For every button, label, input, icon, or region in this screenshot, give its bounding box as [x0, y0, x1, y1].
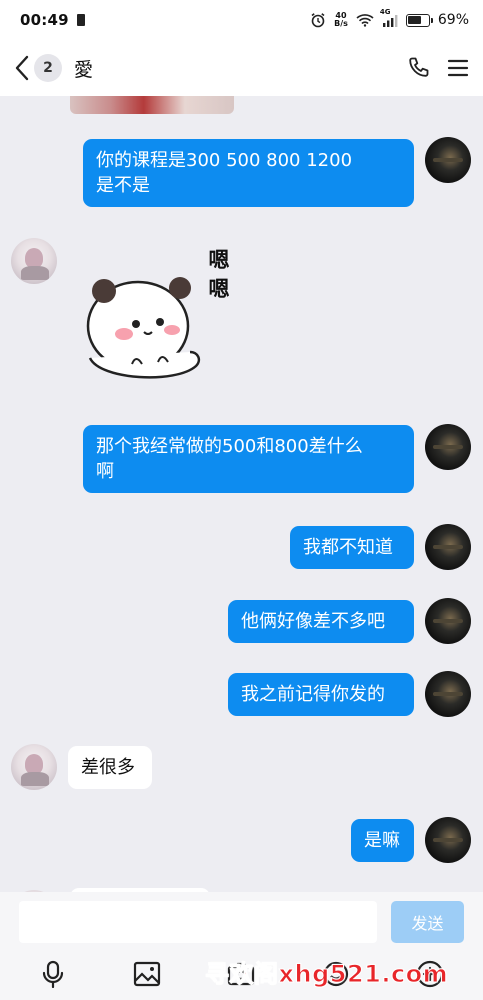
sim-icon: [76, 14, 85, 26]
message-bubble-sent[interactable]: 是嘛: [351, 819, 414, 862]
message-bubble-received[interactable]: 差很多: [68, 746, 152, 789]
header-actions: [407, 56, 469, 80]
signal-icon: 4G: [380, 8, 398, 27]
message-bubble-sent[interactable]: 你的课程是300 500 800 1200 是不是: [83, 139, 414, 207]
back-button[interactable]: 2: [14, 54, 62, 82]
my-avatar[interactable]: [425, 598, 471, 644]
my-avatar[interactable]: [425, 137, 471, 183]
watermark-text: 寻欢阁xhg521.com: [204, 960, 449, 989]
microphone-icon: [42, 960, 64, 988]
message-bubble-sent[interactable]: 那个我经常做的500和800差什么 啊: [83, 425, 414, 493]
my-avatar[interactable]: [425, 817, 471, 863]
back-chevron-icon: [15, 55, 29, 81]
network-type: 4G: [379, 7, 391, 16]
message-bubble-sent[interactable]: 他俩好像差不多吧: [228, 600, 414, 643]
status-indicators: 40 B/s 4G 69%: [310, 8, 469, 28]
my-avatar[interactable]: [425, 671, 471, 717]
contact-avatar[interactable]: [11, 744, 57, 790]
chat-header: 2 愛: [0, 40, 483, 96]
my-avatar[interactable]: [425, 524, 471, 570]
image-icon: [134, 961, 161, 987]
status-bar: 00:49 40 B/s 4G 69%: [0, 0, 483, 40]
sticker-text: 嗯 嗯: [208, 248, 230, 301]
wifi-icon: [356, 14, 374, 27]
status-time: 00:49: [20, 11, 69, 29]
sticker-message[interactable]: 嗯 嗯: [76, 246, 236, 396]
battery-fill: [408, 16, 422, 24]
send-button[interactable]: 发送: [391, 901, 464, 943]
message-input[interactable]: [19, 901, 377, 943]
my-avatar[interactable]: [425, 424, 471, 470]
message-bubble-sent[interactable]: 我都不知道: [290, 526, 414, 569]
voice-button[interactable]: [33, 954, 73, 994]
net-speed: 40 B/s: [334, 12, 348, 28]
chat-messages[interactable]: 你的课程是300 500 800 1200 是不是 嗯 嗯 那个我经常做的500…: [0, 96, 483, 892]
contact-name: 愛: [74, 58, 94, 81]
image-button[interactable]: [127, 954, 167, 994]
battery-percent: 69%: [437, 12, 469, 28]
previous-photo-message[interactable]: [70, 96, 234, 114]
unread-count-badge: 2: [34, 54, 62, 82]
menu-icon[interactable]: [447, 58, 469, 78]
contact-avatar[interactable]: [11, 238, 57, 284]
message-bubble-sent[interactable]: 我之前记得你发的: [228, 673, 414, 716]
alarm-icon: [311, 13, 325, 28]
battery-icon: [405, 13, 433, 27]
phone-icon[interactable]: [407, 56, 431, 80]
net-speed-unit: B/s: [334, 19, 348, 28]
